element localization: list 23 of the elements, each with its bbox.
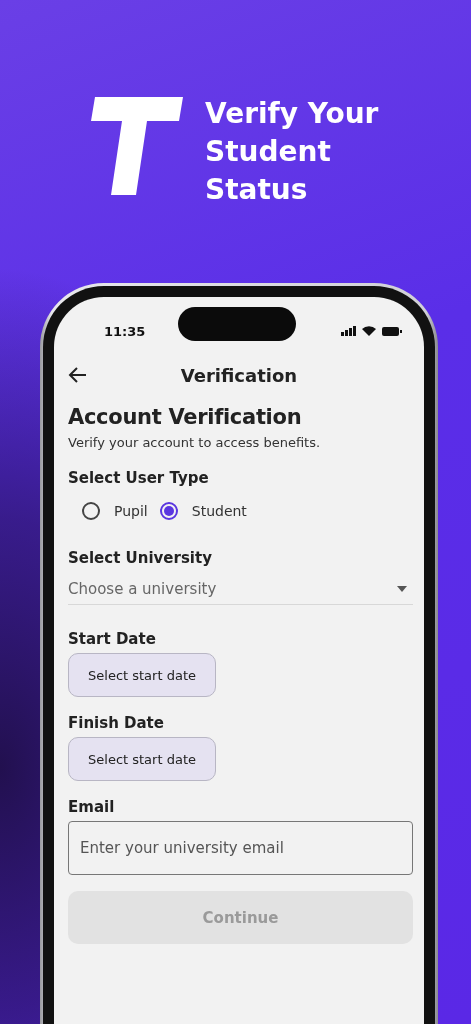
field-label: Select User Type	[68, 468, 210, 488]
screen-title: Verification	[180, 364, 298, 386]
field-label: Finish Date	[68, 713, 165, 733]
back-arrow-icon	[68, 365, 88, 385]
logo-icon	[91, 97, 183, 195]
battery-icon	[382, 326, 402, 336]
radio-option[interactable]: Student	[159, 502, 247, 520]
email-field[interactable]: Enter your university email	[68, 821, 413, 875]
radio-option[interactable]: Pupil	[82, 502, 148, 520]
signal-icon	[341, 326, 356, 336]
field-label: Email	[68, 797, 116, 817]
page-heading: Account Verification	[68, 404, 303, 431]
back-button[interactable]	[68, 365, 88, 385]
page-subtitle: Verify your account to access benefits.	[68, 435, 322, 450]
status-time: 11:35	[104, 323, 146, 339]
university-dropdown[interactable]: Choose a university	[68, 574, 413, 605]
caret-icon	[397, 586, 407, 592]
field-label: Select University	[68, 548, 213, 568]
promo-title: Verify Your Student Status	[205, 96, 380, 208]
wifi-icon	[362, 326, 376, 336]
field-label: Start Date	[68, 629, 157, 649]
date-picker-button[interactable]: Select start date	[68, 737, 216, 781]
date-picker-button[interactable]: Select start date	[68, 653, 216, 697]
